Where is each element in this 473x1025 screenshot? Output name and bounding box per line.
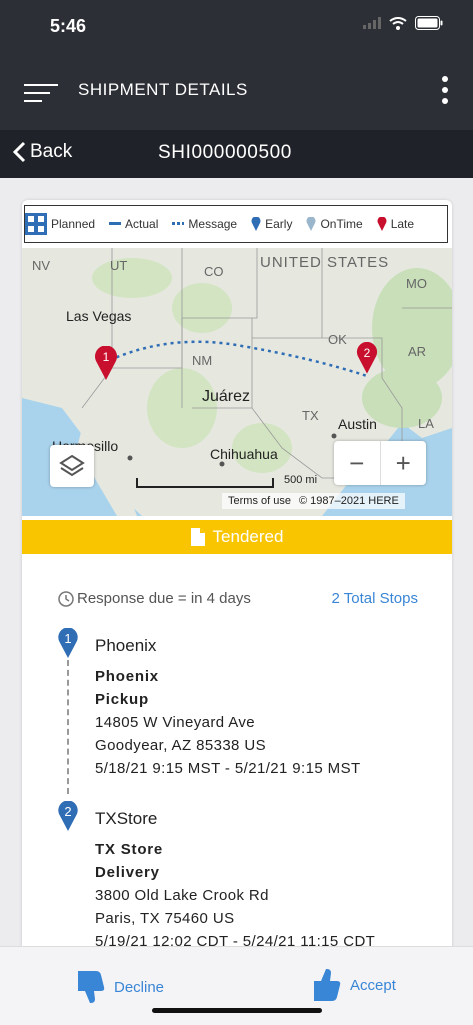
wifi-icon: [389, 16, 407, 30]
stop-name[interactable]: TXStore: [95, 809, 157, 829]
map-label: Chihuahua: [210, 446, 278, 462]
status-time: 5:46: [50, 16, 87, 36]
map-label: LA: [418, 416, 434, 431]
total-stops-link[interactable]: 2 Total Stops: [332, 590, 418, 607]
late-pin-icon: [377, 217, 387, 231]
menu-icon[interactable]: [24, 80, 60, 104]
map-legend: Planned Actual Message Early OnTime Late: [24, 205, 448, 243]
layers-button[interactable]: [50, 445, 94, 487]
map-footer: Terms of use © 1987–2021 HERE: [222, 493, 405, 509]
stop-details: Phoenix Pickup 14805 W Vineyard Ave Good…: [95, 668, 361, 777]
status-bar: 5:46: [0, 0, 473, 56]
map-copyright: © 1987–2021 HERE: [298, 495, 399, 507]
map-pin-1[interactable]: 1: [94, 345, 118, 380]
stop-details: TX Store Delivery 3800 Old Lake Crook Rd…: [95, 841, 376, 950]
action-bar: Decline Accept: [0, 946, 473, 1025]
zoom-in-button[interactable]: +: [381, 441, 427, 485]
solid-line-icon: [109, 222, 122, 225]
map-label: CO: [204, 264, 224, 279]
home-indicator: [152, 1008, 322, 1013]
sub-header: Back SHI000000500: [0, 130, 473, 178]
response-due: Response due = in 4 days: [58, 590, 251, 607]
map-scale-label: 500 mi: [284, 474, 318, 486]
decline-button[interactable]: Decline: [76, 969, 164, 1005]
app-header: SHIPMENT DETAILS: [0, 56, 473, 130]
legend-ontime: OnTime: [306, 217, 363, 231]
shipment-card: Planned Actual Message Early OnTime Late: [22, 200, 452, 960]
legend-planned[interactable]: Planned: [25, 213, 95, 235]
thumbs-down-icon: [78, 971, 105, 1003]
route-map[interactable]: NV UT CO UNITED STATES MO Las Vegas NM O…: [22, 248, 452, 516]
stop-name[interactable]: Phoenix: [95, 636, 156, 656]
map-label: Austin: [338, 416, 377, 432]
status-icons: [363, 16, 443, 30]
legend-early: Early: [251, 217, 292, 231]
map-pin-2[interactable]: 2: [356, 341, 378, 374]
ontime-pin-icon: [306, 217, 316, 231]
legend-message: Message: [172, 217, 237, 231]
response-row: Response due = in 4 days 2 Total Stops: [58, 590, 418, 607]
stop-pin-1: 1: [57, 627, 79, 658]
map-label: NV: [32, 258, 51, 273]
thumbs-up-icon: [314, 969, 341, 1001]
map-label: MO: [406, 276, 427, 291]
grid-icon: [25, 213, 47, 235]
zoom-out-button[interactable]: −: [334, 441, 381, 485]
back-label: Back: [30, 141, 73, 162]
map-label: NM: [192, 353, 213, 368]
shipment-id: SHI000000500: [158, 142, 292, 163]
map-label: AR: [408, 344, 427, 359]
status-label: Tendered: [212, 527, 284, 546]
status-banner: Tendered: [22, 520, 452, 554]
document-icon: [190, 528, 205, 546]
signal-icon: [363, 17, 381, 29]
battery-icon: [415, 16, 443, 30]
more-options-icon[interactable]: [441, 76, 449, 106]
map-label: OK: [328, 332, 347, 347]
map-label: Las Vegas: [66, 308, 132, 324]
chevron-left-icon: [12, 141, 26, 163]
legend-actual: Actual: [109, 217, 158, 231]
back-button[interactable]: Back: [12, 141, 72, 163]
early-pin-icon: [251, 217, 261, 231]
legend-late: Late: [377, 217, 414, 231]
page-title: SHIPMENT DETAILS: [78, 80, 248, 99]
stop-connector: [67, 660, 69, 794]
map-label: TX: [302, 408, 319, 423]
map-label: UNITED STATES: [260, 254, 390, 271]
terms-link[interactable]: Terms of use: [228, 495, 291, 507]
accept-button[interactable]: Accept: [312, 967, 396, 1003]
map-scale-bar: [136, 478, 274, 488]
map-label: Juárez: [202, 388, 251, 405]
stop-pin-2: 2: [57, 800, 79, 831]
zoom-controls: − +: [334, 441, 426, 485]
layers-icon: [59, 454, 85, 477]
map-label: UT: [110, 258, 128, 273]
clock-icon: [58, 590, 74, 607]
dotted-line-icon: [172, 222, 185, 225]
